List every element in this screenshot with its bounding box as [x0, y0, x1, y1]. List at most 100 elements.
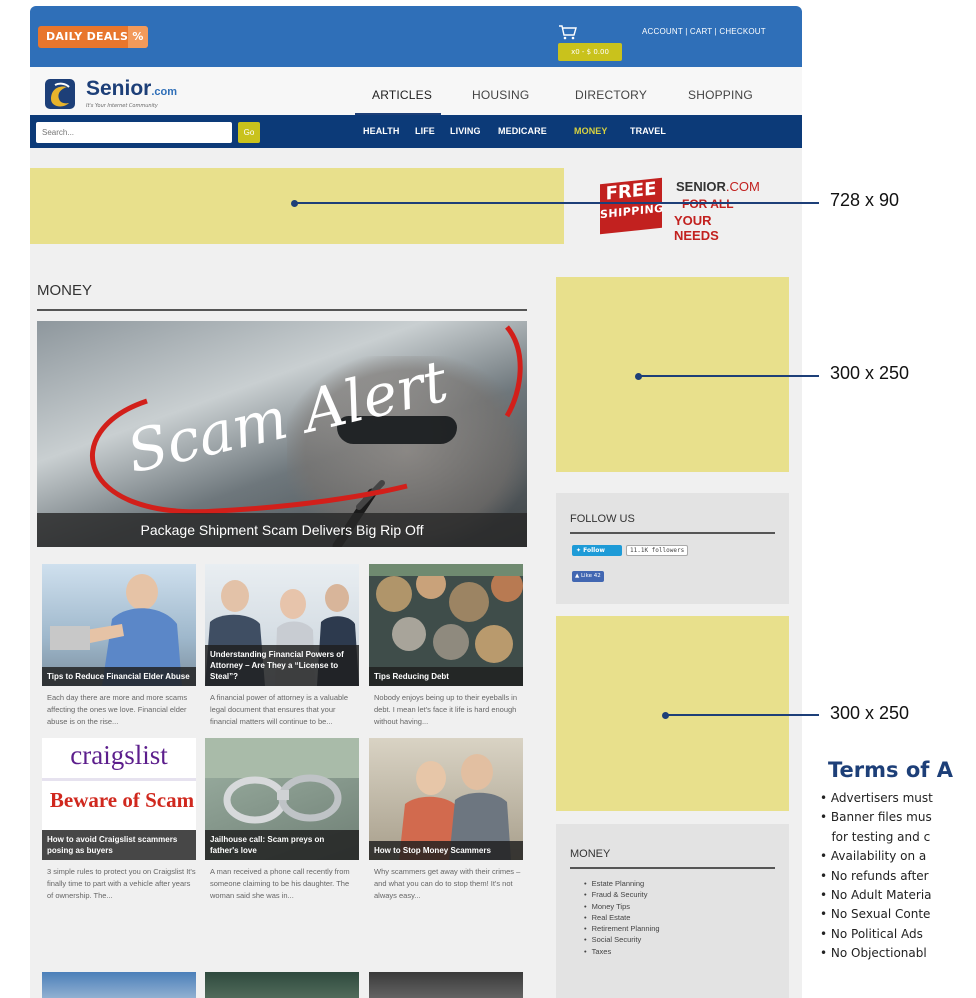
- money-category-link[interactable]: Money Tips: [584, 901, 660, 912]
- twitter-follow-button[interactable]: ✦ Follow: [572, 545, 622, 556]
- daily-deals-label: DAILY DEALS: [46, 30, 129, 43]
- section-divider: [37, 309, 527, 311]
- category-health[interactable]: HEALTH: [363, 126, 399, 136]
- free-shipping-badge: FREE SHIPPING: [600, 177, 664, 235]
- callout-label-leaderboard: 728 x 90: [830, 190, 900, 210]
- article-thumbnail[interactable]: How to Stop Money Scammers: [369, 738, 523, 860]
- follow-divider: [570, 532, 775, 534]
- nav-shopping[interactable]: SHOPPING: [688, 88, 753, 102]
- article-description: Nobody enjoys being up to their eyeballs…: [374, 693, 518, 726]
- daily-deals-button[interactable]: DAILY DEALS %: [38, 26, 148, 48]
- search-go-button[interactable]: Go: [238, 122, 260, 143]
- terms-item: • No Objectionabl: [820, 946, 927, 961]
- percent-icon: %: [128, 26, 148, 48]
- facebook-like-label: Like 42: [580, 573, 601, 579]
- article-title[interactable]: Understanding Financial Powers of Attorn…: [205, 645, 359, 686]
- article-thumbnail[interactable]: craigslist Beware of Scam How to avoid C…: [42, 738, 196, 860]
- hero-article[interactable]: Scam Alert Package Shipment Scam Deliver…: [37, 321, 527, 547]
- logo-tagline: It's Your Internet Community: [86, 103, 158, 109]
- article-description: A man received a phone call recently fro…: [210, 867, 350, 900]
- facebook-like-button[interactable]: ▲ Like 42: [572, 571, 604, 582]
- logo-suffix: .com: [151, 86, 178, 98]
- article-description: Each day there are more and more scams a…: [47, 693, 188, 726]
- search-input[interactable]: [36, 122, 232, 143]
- banner-for-all: FOR ALL: [682, 197, 734, 211]
- callout-line: [666, 714, 819, 716]
- terms-item: • Advertisers must: [820, 791, 933, 805]
- article-thumbnail[interactable]: Jailhouse call: Scam preys on father's l…: [205, 738, 359, 860]
- senior-logo-icon[interactable]: [45, 79, 75, 109]
- follow-us-widget: FOLLOW US ✦ Follow 11.1K followers ▲ Lik…: [556, 493, 789, 604]
- section-title: MONEY: [37, 282, 93, 299]
- category-bar: Go HEALTH LIFE LIVING MEDICARE MONEY TRA…: [30, 115, 802, 148]
- terms-item: • No Political Ads: [820, 926, 923, 941]
- money-widget-title: MONEY: [570, 848, 611, 860]
- category-money[interactable]: MONEY: [574, 126, 608, 136]
- category-travel[interactable]: TRAVEL: [630, 126, 666, 136]
- nav-housing[interactable]: HOUSING: [472, 88, 529, 102]
- banner-brand: SENIOR.COM: [676, 179, 760, 194]
- money-category-link[interactable]: Social Security: [584, 934, 660, 945]
- callout-label-rectangle-2: 300 x 250: [830, 703, 910, 723]
- money-category-list: Estate Planning Fraud & Security Money T…: [584, 878, 660, 957]
- logo-name: Senior: [86, 77, 152, 100]
- article-title[interactable]: Tips to Reduce Financial Elder Abuse: [42, 667, 196, 686]
- money-category-link[interactable]: Taxes: [584, 946, 660, 957]
- terms-item: • No Adult Materia: [820, 888, 932, 903]
- callout-line: [639, 375, 819, 377]
- nav-directory[interactable]: DIRECTORY: [575, 88, 647, 102]
- twitter-follower-count: 11.1K followers: [626, 545, 689, 556]
- money-widget-divider: [570, 867, 775, 869]
- category-life[interactable]: LIFE: [415, 126, 435, 136]
- terms-item: • No refunds after: [820, 868, 929, 883]
- money-categories-widget: MONEY Estate Planning Fraud & Security M…: [556, 824, 789, 998]
- banner-senior: SENIOR: [676, 179, 726, 194]
- twitter-follow-label: Follow: [583, 547, 605, 554]
- article-title[interactable]: Tips Reducing Debt: [369, 667, 523, 686]
- logo-wordmark[interactable]: Senior.com: [86, 77, 177, 101]
- money-category-link[interactable]: Fraud & Security: [584, 889, 660, 900]
- craigslist-logo: craigslist: [70, 740, 168, 770]
- craigslist-nav-strip: [42, 778, 196, 781]
- terms-item: • No Sexual Conte: [820, 907, 931, 922]
- nav-articles[interactable]: ARTICLES: [372, 88, 432, 102]
- article-thumbnail[interactable]: [42, 972, 196, 998]
- stage: DAILY DEALS % x0 - $ 0.00 ACCOUNT | CART…: [0, 0, 976, 998]
- article-description: Why scammers get away with their crimes …: [374, 867, 521, 900]
- cart-icon[interactable]: [558, 24, 578, 40]
- cart-total-badge[interactable]: x0 - $ 0.00: [558, 43, 622, 61]
- hero-caption[interactable]: Package Shipment Scam Delivers Big Rip O…: [37, 513, 527, 547]
- top-bar: DAILY DEALS % x0 - $ 0.00 ACCOUNT | CART…: [30, 6, 802, 67]
- beware-of-scam-text: Beware of Scam: [49, 788, 195, 812]
- website-mockup: DAILY DEALS % x0 - $ 0.00 ACCOUNT | CART…: [30, 6, 802, 998]
- account-links[interactable]: ACCOUNT | CART | CHECKOUT: [642, 27, 766, 36]
- callout-line: [295, 202, 819, 204]
- money-category-link[interactable]: Real Estate: [584, 912, 660, 923]
- logo-nav-row: Senior.com It's Your Internet Community …: [30, 67, 802, 116]
- banner-com: .COM: [725, 179, 760, 194]
- terms-item: • Banner files mus: [820, 810, 932, 825]
- leaderboard-ad-slot[interactable]: [30, 168, 564, 244]
- money-category-link[interactable]: Estate Planning: [584, 878, 660, 889]
- article-thumbnail[interactable]: [369, 972, 523, 998]
- terms-item: for testing and c: [820, 829, 931, 844]
- article-thumbnail[interactable]: [205, 972, 359, 998]
- terms-item: • Availability on a: [820, 849, 927, 864]
- article-thumbnail[interactable]: Tips to Reduce Financial Elder Abuse: [42, 564, 196, 686]
- article-title[interactable]: Jailhouse call: Scam preys on father's l…: [205, 830, 359, 860]
- callout-label-rectangle-1: 300 x 250: [830, 363, 910, 383]
- terms-list: • Advertisers must • Banner files mus fo…: [820, 789, 933, 964]
- free-shipping-banner[interactable]: FREE SHIPPING SENIOR.COM FOR ALL YOUR NE…: [598, 175, 760, 243]
- category-medicare[interactable]: MEDICARE: [498, 126, 547, 136]
- article-description: A financial power of attorney is a valua…: [210, 693, 348, 726]
- article-description: 3 simple rules to protect you on Craigsl…: [47, 867, 196, 900]
- article-thumbnail[interactable]: Tips Reducing Debt: [369, 564, 523, 686]
- follow-us-title: FOLLOW US: [570, 513, 635, 525]
- category-living[interactable]: LIVING: [450, 126, 481, 136]
- article-thumbnail[interactable]: Understanding Financial Powers of Attorn…: [205, 564, 359, 686]
- money-category-link[interactable]: Retirement Planning: [584, 923, 660, 934]
- hero-scam-alert-text: Scam Alert: [121, 347, 455, 487]
- banner-your-needs: YOUR NEEDS: [674, 213, 719, 243]
- article-title[interactable]: How to Stop Money Scammers: [369, 841, 523, 860]
- article-title[interactable]: How to avoid Craigslist scammers posing …: [42, 830, 196, 860]
